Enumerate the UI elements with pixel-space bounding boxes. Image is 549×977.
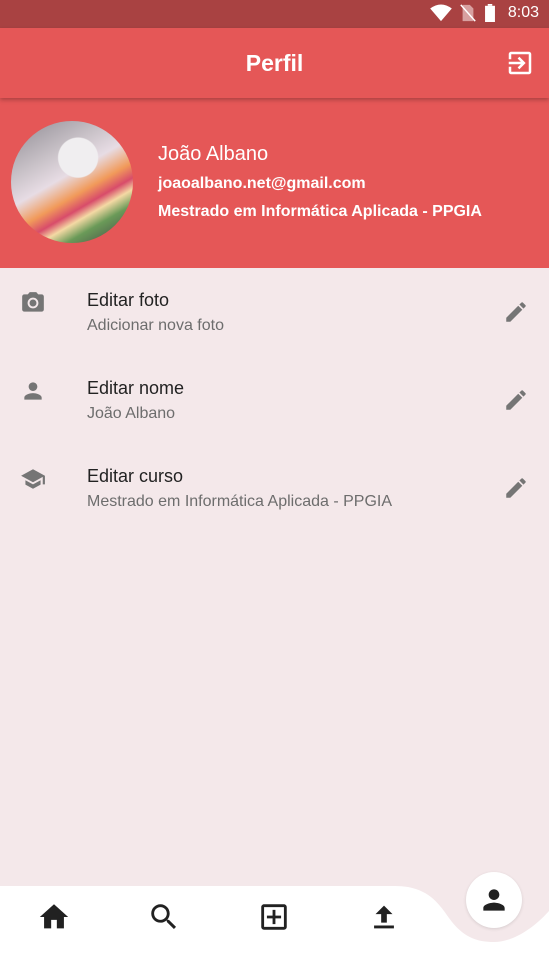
status-time: 8:03 — [507, 4, 539, 21]
avatar — [11, 121, 133, 243]
upload-icon — [374, 905, 394, 929]
nav-profile-button[interactable] — [466, 872, 522, 928]
item-subtitle: João Albano — [87, 405, 176, 422]
wifi-icon — [430, 4, 452, 22]
item-title: Editar curso — [87, 466, 184, 486]
profile-header: João Albano joaoalbano.net@gmail.com Mes… — [0, 98, 549, 268]
add-box-icon — [261, 904, 287, 930]
no-sim-icon — [460, 4, 476, 22]
nav-upload-button[interactable] — [367, 900, 401, 934]
nav-search-button[interactable] — [147, 900, 181, 934]
item-subtitle: Adicionar nova foto — [87, 317, 224, 334]
nav-add-button[interactable] — [257, 900, 291, 934]
page-title: Perfil — [245, 50, 304, 76]
app-bar: Perfil — [0, 28, 549, 98]
edit-name-pencil-icon[interactable] — [503, 387, 529, 413]
item-title: Editar nome — [87, 378, 185, 398]
logout-button[interactable] — [505, 48, 535, 78]
profile-icon — [483, 889, 505, 911]
item-subtitle: Mestrado em Informática Aplicada - PPGIA — [87, 493, 393, 510]
list-item-edit-photo[interactable]: Editar foto Adicionar nova foto — [0, 268, 549, 356]
edit-photo-pencil-icon[interactable] — [503, 299, 529, 325]
status-bar: 8:03 — [0, 0, 549, 28]
school-icon — [21, 469, 45, 489]
battery-icon — [484, 4, 495, 22]
search-icon — [151, 904, 177, 930]
home-icon — [39, 904, 69, 929]
list-item-edit-name[interactable]: Editar nome João Albano — [0, 356, 549, 444]
item-title: Editar foto — [87, 290, 170, 310]
person-icon — [24, 382, 42, 400]
status-icons: 8:03 — [430, 4, 539, 22]
nav-home-button[interactable] — [37, 900, 71, 934]
profile-course: Mestrado em Informática Aplicada - PPGIA — [158, 203, 482, 220]
profile-email: joaoalbano.net@gmail.com — [158, 175, 366, 192]
logout-icon — [508, 51, 532, 75]
list-item-edit-course[interactable]: Editar curso Mestrado em Informática Apl… — [0, 444, 549, 532]
profile-name: João Albano — [158, 143, 269, 165]
camera-icon — [22, 292, 44, 312]
profile-options-list: Editar foto Adicionar nova foto Editar n… — [0, 268, 549, 532]
edit-course-pencil-icon[interactable] — [503, 475, 529, 501]
